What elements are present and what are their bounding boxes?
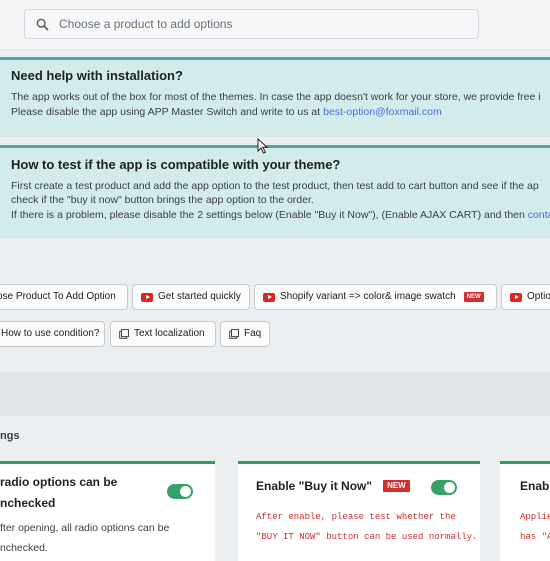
buy-it-now-setting-card: Enable "Buy it Now" NEW After enable, pl… — [238, 461, 480, 561]
card-title: radio options can be — [0, 475, 118, 489]
settings-section-title: ngs — [0, 430, 20, 442]
card-note: After enable, please test whether the — [256, 512, 456, 522]
external-link-icon — [119, 329, 129, 339]
variant-swatch-video-button[interactable]: Shopify variant => color& image swatch N… — [254, 284, 497, 310]
card-note: Applie — [520, 512, 550, 522]
card-header: Enable "Buy it Now" NEW — [256, 476, 410, 496]
support-email-link[interactable]: best-option@foxmail.com — [323, 106, 442, 118]
youtube-icon — [141, 292, 153, 302]
new-badge: NEW — [463, 292, 484, 302]
faq-button[interactable]: Faq — [220, 321, 270, 347]
youtube-icon — [510, 292, 522, 302]
card-description-2: nchecked. — [0, 542, 48, 554]
choose-product-button[interactable]: ose Product To Add Option — [0, 284, 128, 310]
section-divider — [0, 372, 550, 416]
options-video-button[interactable]: Optio — [501, 284, 550, 310]
card-title: Enable "Buy it Now" — [256, 479, 373, 493]
search-input[interactable] — [59, 15, 459, 33]
banner-text-2: check if the "buy it now" button brings … — [11, 194, 314, 206]
banner-text: The app works out of the box for most of… — [11, 91, 541, 103]
banner-text-3: If there is a problem, please disable th… — [11, 208, 550, 222]
get-started-video-button[interactable]: Get started quickly — [132, 284, 250, 310]
product-search[interactable] — [24, 9, 479, 39]
mouse-cursor-icon — [257, 138, 269, 154]
banner-title: Need help with installation? — [11, 68, 183, 83]
banner-title: How to test if the app is compatible wit… — [11, 157, 341, 172]
card-description: fter opening, all radio options can be — [0, 522, 170, 534]
installation-help-banner: Need help with installation? The app wor… — [0, 57, 550, 137]
banner-text-2: Please disable the app using APP Master … — [11, 106, 442, 118]
text-localization-button[interactable]: Text localization — [110, 321, 216, 347]
search-icon — [36, 18, 49, 31]
buy-it-now-toggle[interactable] — [431, 480, 457, 495]
card-title: Enab — [520, 479, 550, 493]
banner-text: First create a test product and add the … — [11, 180, 539, 192]
new-badge: NEW — [383, 480, 410, 492]
radio-uncheck-setting-card: radio options can be nchecked fter openi… — [0, 461, 215, 561]
compatibility-test-banner: How to test if the app is compatible wit… — [0, 145, 550, 238]
card-title-2: nchecked — [0, 496, 56, 510]
youtube-icon — [263, 292, 275, 302]
condition-help-button[interactable]: How to use condition? — [0, 321, 105, 347]
contact-link[interactable]: conta — [528, 209, 550, 221]
card-note-2: has "A — [520, 532, 550, 542]
radio-uncheck-toggle[interactable] — [167, 484, 193, 499]
card-note-2: "BUY IT NOW" button can be used normally… — [256, 532, 478, 542]
top-bar — [0, 0, 550, 50]
external-link-icon — [229, 329, 239, 339]
third-setting-card: Enab Applie has "A — [500, 461, 550, 561]
